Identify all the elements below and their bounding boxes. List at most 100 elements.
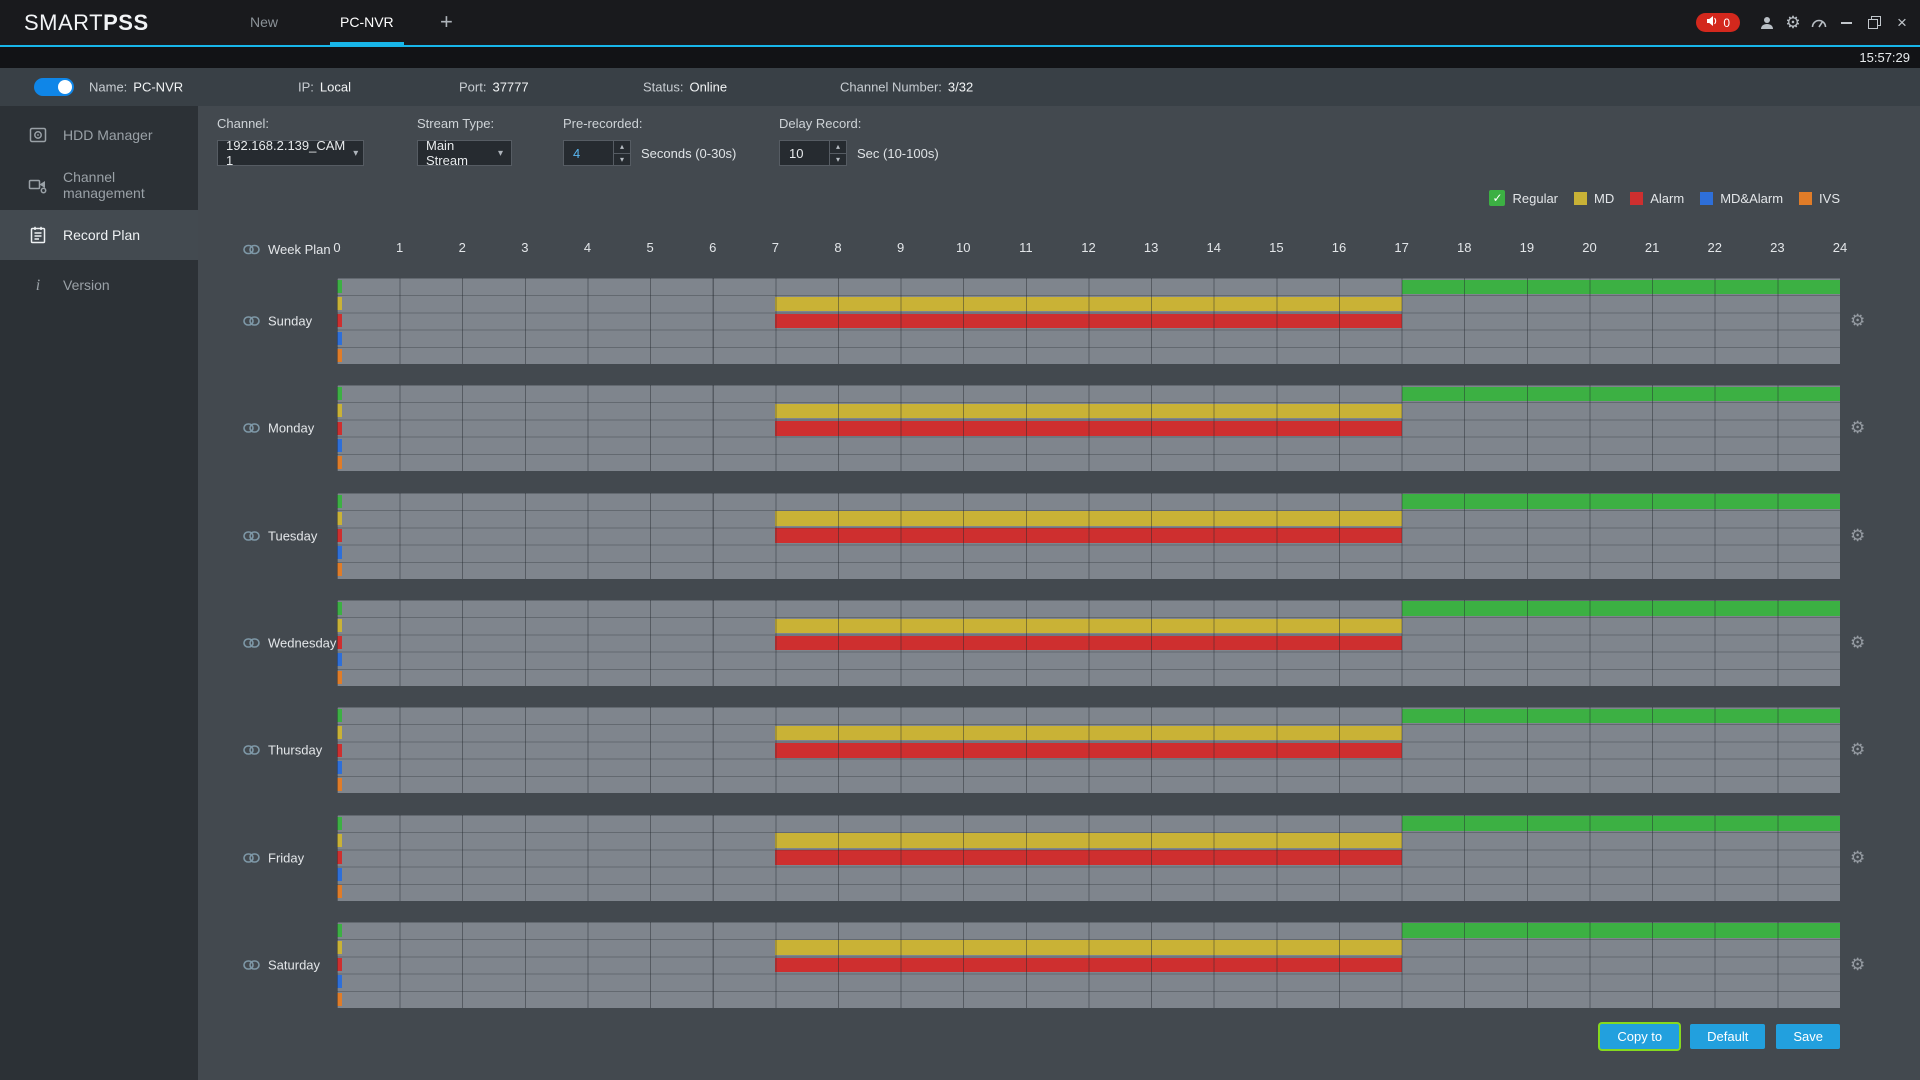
day-row-friday: Friday ⚙ <box>198 814 1920 901</box>
segment-regular <box>1401 386 1840 402</box>
lane-marker-regular <box>337 816 342 830</box>
field-value: 37777 <box>492 79 529 95</box>
lane-marker-md-alarm <box>337 438 342 452</box>
timeline-sunday[interactable] <box>337 278 1840 364</box>
day-label-saturday: Saturday <box>243 957 320 972</box>
save-button[interactable]: Save <box>1776 1024 1840 1049</box>
speaker-icon <box>1706 15 1718 30</box>
device-info-bar: Name: PC-NVR IP: Local Port: 37777 Status: Onli… <box>0 68 1920 106</box>
timeline-tuesday[interactable] <box>337 492 1840 579</box>
lane-marker-alarm <box>337 636 342 650</box>
sidebar-item-version[interactable]: i Version <box>0 260 198 310</box>
timeline-saturday[interactable] <box>337 921 1840 1008</box>
tab-new[interactable]: New <box>240 0 288 45</box>
sidebar-item-channel-management[interactable]: Channel management <box>0 160 198 210</box>
minimize-button[interactable] <box>1832 0 1860 45</box>
segment-md <box>775 833 1402 848</box>
chevron-down-icon: ▾ <box>497 147 503 159</box>
svg-text:i: i <box>36 277 40 294</box>
record-plan-panel: Channel: 192.168.2.139_CAM 1 ▾ Stream Ty… <box>198 106 1920 1080</box>
device-enable-toggle[interactable] <box>34 78 74 96</box>
week-plan-header: Week Plan <box>243 242 331 257</box>
field-label: Status: <box>643 79 684 95</box>
day-settings-gear-icon[interactable]: ⚙ <box>1850 526 1865 546</box>
day-settings-gear-icon[interactable]: ⚙ <box>1850 848 1865 868</box>
segment-regular <box>1401 923 1840 938</box>
legend-label: MD <box>1594 190 1615 206</box>
ruler-hour-5: 5 <box>646 240 654 255</box>
day-settings-gear-icon[interactable]: ⚙ <box>1850 955 1865 975</box>
timeline-friday[interactable] <box>337 814 1840 901</box>
field-value: 3/32 <box>947 79 974 95</box>
day-settings-gear-icon[interactable]: ⚙ <box>1850 740 1865 760</box>
close-button[interactable]: × <box>1888 0 1916 45</box>
day-settings-gear-icon[interactable]: ⚙ <box>1850 418 1865 438</box>
link-icon[interactable] <box>243 637 260 648</box>
link-icon[interactable] <box>243 852 260 863</box>
legend-item-md: MD <box>1574 191 1614 206</box>
device-field-port: Port: 37777 <box>459 80 529 95</box>
day-settings-gear-icon[interactable]: ⚙ <box>1850 633 1865 653</box>
notification-badge[interactable]: 0 <box>1696 13 1740 32</box>
device-field-channel-number: Channel Number: 3/32 <box>840 80 973 95</box>
pre-recorded-input[interactable]: 4 ▴ ▾ <box>563 140 631 166</box>
day-settings-gear-icon[interactable]: ⚙ <box>1850 311 1865 331</box>
segment-md <box>775 940 1402 955</box>
link-icon[interactable] <box>243 316 260 327</box>
field-value: Local <box>319 79 351 95</box>
ruler-hour-13: 13 <box>1143 240 1159 255</box>
gear-icon[interactable]: ⚙ <box>1780 0 1806 45</box>
lane-marker-md-alarm <box>337 868 342 882</box>
copy-to-button[interactable]: Copy to <box>1600 1024 1680 1049</box>
timeline-thursday[interactable] <box>337 707 1840 794</box>
user-icon[interactable] <box>1754 0 1780 45</box>
timeline-monday[interactable] <box>337 385 1840 472</box>
stream-type-select[interactable]: Main Stream ▾ <box>417 138 512 168</box>
default-button[interactable]: Default <box>1690 1024 1766 1049</box>
link-icon[interactable] <box>243 423 260 434</box>
channel-select-value: 192.168.2.139_CAM 1 <box>226 138 346 168</box>
toggle-knob <box>58 80 72 94</box>
regular-checkbox[interactable]: ✓ <box>1489 190 1506 206</box>
lane-marker-alarm <box>337 528 342 542</box>
lane-marker-regular <box>337 601 342 615</box>
channel-label: Channel: <box>217 116 270 131</box>
sidebar-item-label: HDD Manager <box>63 127 153 143</box>
clock: 15:57:29 <box>1859 50 1910 65</box>
channel-select[interactable]: 192.168.2.139_CAM 1 ▾ <box>217 138 364 168</box>
ruler-hour-7: 7 <box>771 240 779 255</box>
md-alarm-swatch <box>1700 191 1714 205</box>
day-label-sunday: Sunday <box>243 314 312 329</box>
link-icon[interactable] <box>243 745 260 756</box>
new-tab-button[interactable]: + <box>432 0 461 45</box>
lane-marker-md <box>337 511 342 525</box>
ruler-hour-24: 24 <box>1832 240 1848 255</box>
ruler-hour-20: 20 <box>1582 240 1597 255</box>
tab-pc-nvr[interactable]: PC-NVR <box>330 0 404 45</box>
tab-bar: New PC-NVR <box>0 0 1920 45</box>
performance-icon[interactable] <box>1806 0 1832 45</box>
link-icon[interactable] <box>243 244 260 255</box>
spin-down-icon[interactable]: ▾ <box>614 153 630 166</box>
sidebar-item-hdd-manager[interactable]: HDD Manager <box>0 110 198 160</box>
lane-marker-alarm <box>337 850 342 864</box>
link-icon[interactable] <box>243 530 260 541</box>
delay-record-label: Delay Record: <box>779 116 862 131</box>
restore-button[interactable] <box>1860 0 1888 45</box>
ruler-hour-12: 12 <box>1081 240 1096 255</box>
lane-marker-alarm <box>337 958 342 972</box>
md-swatch <box>1574 191 1588 205</box>
timeline-wednesday[interactable] <box>337 599 1840 686</box>
delay-record-input[interactable]: 10 ▴ ▾ <box>779 140 847 166</box>
sidebar-item-record-plan[interactable]: Record Plan <box>0 210 198 260</box>
lane-marker-md <box>337 833 342 847</box>
lane-marker-alarm <box>337 743 342 757</box>
lane-marker-ivs <box>337 348 342 362</box>
spin-up-icon[interactable]: ▴ <box>614 141 630 153</box>
segment-md <box>775 618 1402 634</box>
spin-up-icon[interactable]: ▴ <box>830 141 846 153</box>
spin-down-icon[interactable]: ▾ <box>830 153 846 166</box>
day-name: Friday <box>268 850 305 865</box>
link-icon[interactable] <box>243 959 260 970</box>
legend-label: Regular <box>1512 190 1559 206</box>
